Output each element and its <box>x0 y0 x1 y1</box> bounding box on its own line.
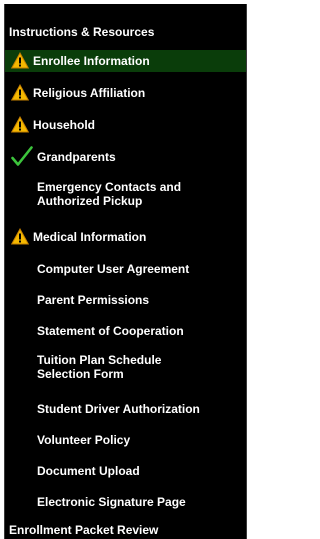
nav-item-label: Religious Affiliation <box>33 86 146 100</box>
nav-item-instructions-resources[interactable]: Instructions & Resources <box>5 22 246 42</box>
nav-item-label: Parent Permissions <box>37 293 150 307</box>
nav-item-label: Computer User Agreement <box>37 262 190 276</box>
nav-item-label: Medical Information <box>33 230 147 244</box>
nav-item-emergency-contacts-authorized-pickup[interactable]: Emergency Contacts and Authorized Pickup <box>5 176 246 212</box>
nav-item-label: Instructions & Resources <box>9 25 155 39</box>
nav-item-medical-information[interactable]: Medical Information <box>5 226 246 248</box>
warning-triangle-icon <box>10 227 30 245</box>
nav-item-label: Emergency Contacts and Authorized Pickup <box>37 180 182 208</box>
nav-item-label: Enrollee Information <box>33 54 150 68</box>
nav-item-volunteer-policy[interactable]: Volunteer Policy <box>5 429 246 451</box>
nav-item-label: Grandparents <box>37 150 116 164</box>
enrollment-nav-sidebar: Instructions & Resources Enrollee Inform… <box>4 4 247 539</box>
nav-item-label: Electronic Signature Page <box>37 495 186 509</box>
warning-triangle-icon <box>10 115 30 133</box>
nav-item-student-driver-authorization[interactable]: Student Driver Authorization <box>5 398 246 420</box>
nav-item-label: Statement of Cooperation <box>37 324 184 338</box>
nav-item-statement-of-cooperation[interactable]: Statement of Cooperation <box>5 320 246 342</box>
nav-item-electronic-signature-page[interactable]: Electronic Signature Page <box>5 491 246 513</box>
nav-item-document-upload[interactable]: Document Upload <box>5 460 246 482</box>
nav-item-enrollee-information[interactable]: Enrollee Information <box>5 50 246 72</box>
nav-item-label: Household <box>33 118 95 132</box>
nav-item-label: Enrollment Packet Review <box>9 523 159 537</box>
warning-triangle-icon <box>10 51 30 69</box>
nav-item-computer-user-agreement[interactable]: Computer User Agreement <box>5 258 246 280</box>
nav-item-label: Student Driver Authorization <box>37 402 200 416</box>
nav-item-tuition-plan-schedule-selection-form[interactable]: Tuition Plan Schedule Selection Form <box>5 350 246 386</box>
nav-item-label: Document Upload <box>37 464 140 478</box>
nav-item-religious-affiliation[interactable]: Religious Affiliation <box>5 82 246 104</box>
checkmark-icon <box>11 146 33 168</box>
nav-item-label: Volunteer Policy <box>37 433 131 447</box>
nav-item-household[interactable]: Household <box>5 114 246 136</box>
nav-item-grandparents[interactable]: Grandparents <box>5 146 246 168</box>
nav-item-parent-permissions[interactable]: Parent Permissions <box>5 289 246 311</box>
nav-item-enrollment-packet-review[interactable]: Enrollment Packet Review <box>5 520 246 539</box>
nav-item-label: Tuition Plan Schedule Selection Form <box>37 353 162 381</box>
warning-triangle-icon <box>10 83 30 101</box>
